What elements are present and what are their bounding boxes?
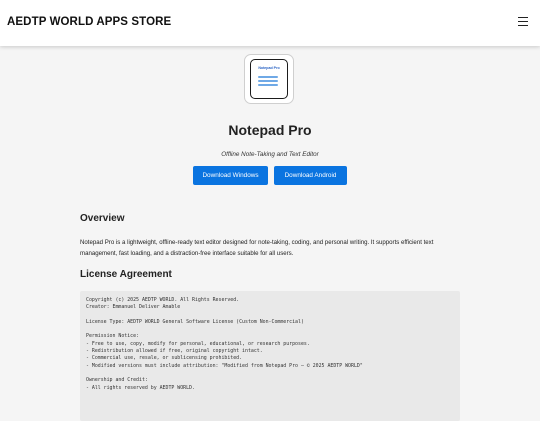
license-line [86, 312, 454, 319]
overview-heading: Overview [80, 213, 125, 224]
license-line: Creator: Emmanuel Deliver Amable [86, 304, 181, 311]
notepad-line-icon [258, 80, 278, 82]
download-android-button[interactable]: Download Android [274, 166, 347, 185]
app-tagline: Offline Note-Taking and Text Editor [221, 151, 319, 158]
menu-bar-top [518, 17, 528, 19]
app-icon-caption: Notepad Pro [258, 66, 280, 70]
license-line: - All rights reserved by AEDTP WORLD. [86, 384, 195, 391]
license-line: - Modified versions must include attribu… [86, 362, 363, 369]
license-line: Copyright (c) 2025 AEDTP WORLD. All Righ… [86, 297, 240, 303]
notepad-line-icon [258, 76, 278, 78]
menu-bar-middle [518, 20, 528, 23]
overview-text: Notepad Pro is a lightweight, offline-re… [80, 239, 434, 257]
notepad-icon: Notepad Pro [250, 59, 288, 99]
license-line: - Free to use, copy, modify for personal… [86, 340, 310, 347]
menu-bar-bottom [518, 24, 528, 26]
license-line: - Redistribution allowed if free, origin… [86, 348, 263, 355]
license-line: - Commercial use, resale, or sublicensin… [86, 355, 243, 362]
notepad-line-icon [258, 84, 278, 86]
download-windows-button[interactable]: Download Windows [193, 166, 268, 185]
license-text-box: Copyright (c) 2025 AEDTP WORLD. All Righ… [80, 291, 460, 421]
notepad-app-icon: Notepad Pro [244, 54, 294, 104]
license-heading: License Agreement [80, 269, 172, 280]
license-line: Ownership and Credit: [86, 377, 148, 384]
license-line [86, 326, 454, 333]
brand-title[interactable]: AEDTP WORLD APPS STORE [7, 16, 171, 28]
top-header: AEDTP WORLD APPS STORE [0, 0, 540, 46]
license-line: Permission Notice: [86, 333, 139, 340]
app-title: Notepad Pro [228, 122, 312, 138]
hamburger-menu-icon[interactable] [518, 16, 529, 27]
license-line [86, 370, 454, 377]
license-line: License Type: AEDTP WORLD General Softwa… [86, 318, 304, 325]
